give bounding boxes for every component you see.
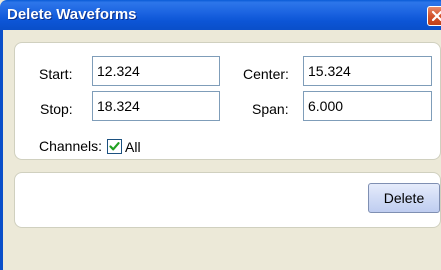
- all-channels-label[interactable]: All: [125, 139, 141, 155]
- close-button[interactable]: [427, 6, 441, 26]
- span-field[interactable]: [303, 91, 432, 121]
- center-field[interactable]: [303, 56, 432, 86]
- delete-button[interactable]: Delete: [368, 183, 440, 213]
- span-label: Span:: [252, 101, 289, 117]
- channels-label: Channels:: [39, 138, 103, 154]
- window-frame-left: [0, 30, 3, 270]
- stop-label: Stop:: [40, 101, 73, 117]
- stop-field[interactable]: [92, 91, 220, 121]
- center-label: Center:: [243, 66, 289, 82]
- start-label: Start:: [39, 66, 73, 82]
- title-bar[interactable]: Delete Waveforms: [0, 0, 441, 30]
- delete-waveforms-dialog: Delete Waveforms Start: Center: Stop: Sp…: [0, 0, 441, 270]
- window-title: Delete Waveforms: [7, 6, 137, 23]
- all-channels-checkbox[interactable]: [107, 139, 122, 154]
- start-field[interactable]: [92, 56, 220, 86]
